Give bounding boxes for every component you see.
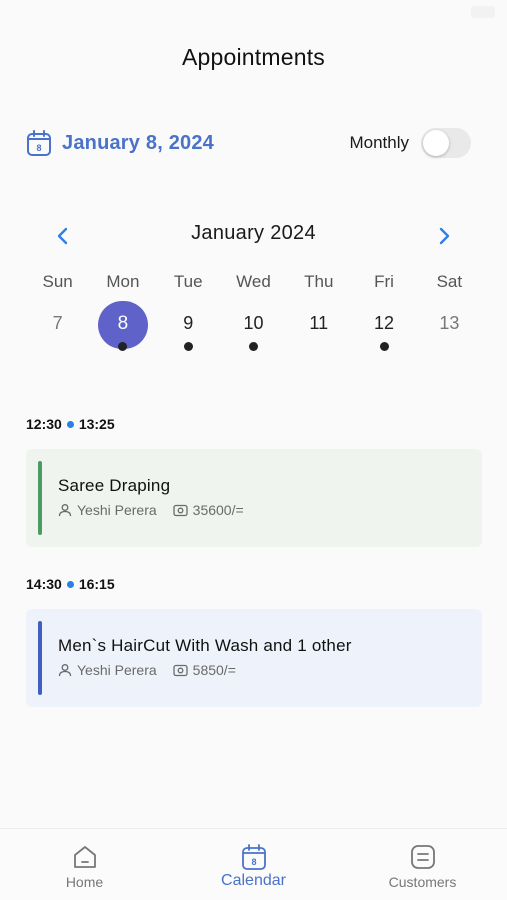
day-cell[interactable]: 11	[286, 300, 351, 360]
chevron-right-icon	[439, 227, 450, 245]
day-cell[interactable]: 12	[351, 300, 416, 360]
day-number: 9	[183, 313, 194, 333]
calendar-icon: 8	[241, 844, 266, 870]
next-month-button[interactable]	[431, 223, 457, 249]
selected-date-button[interactable]: 8 January 8, 2024	[26, 126, 214, 160]
day-number: 13	[439, 313, 460, 333]
appointment-accent-bar	[38, 621, 42, 695]
weekday-label: Tue	[173, 272, 203, 291]
home-icon	[73, 846, 96, 868]
appointment-time-range: 12:30 13:25	[26, 416, 115, 432]
weekday-label: Sat	[436, 272, 463, 291]
event-dot	[183, 342, 193, 351]
event-dot	[118, 342, 128, 351]
day-cell-selected[interactable]: 8	[90, 300, 155, 360]
day-number: 10	[243, 313, 264, 333]
person-icon	[58, 504, 72, 517]
tab-customers[interactable]: Customers	[338, 829, 507, 900]
appointment-price-group: 35600/=	[173, 502, 244, 518]
appointment-start-time: 14:30	[26, 576, 62, 592]
appointment-service: Saree Draping	[58, 476, 171, 495]
tab-home-label: Home	[65, 874, 104, 890]
appointment-accent-bar	[38, 461, 42, 535]
bottom-tab-bar: Home 8 Calendar Customers	[0, 828, 507, 900]
day-number: 11	[309, 313, 329, 333]
day-cell[interactable]: 7	[25, 300, 90, 360]
appointment-end-time: 16:15	[78, 576, 115, 592]
monthly-toggle[interactable]	[421, 128, 471, 158]
weekday-label: Fri	[374, 272, 394, 291]
appointment-start-time: 12:30	[26, 416, 62, 432]
appointment-card[interactable]: Men`s HairCut With Wash and 1 other Yesh…	[26, 609, 482, 707]
appointment-price: 35600/=	[192, 502, 244, 518]
money-icon	[173, 504, 188, 516]
day-number: 8	[117, 313, 129, 334]
page-title: Appointments	[181, 44, 326, 70]
weekday-label: Wed	[236, 272, 271, 291]
calendar-icon: 8	[27, 130, 51, 156]
weekday-label: Sun	[42, 272, 73, 291]
view-mode-control: Monthly	[349, 126, 471, 160]
appointment-meta: Yeshi Perera 5850/=	[58, 662, 236, 678]
appointment-price-group: 5850/=	[173, 662, 236, 678]
tab-home[interactable]: Home	[0, 829, 169, 900]
day-number: 12	[374, 313, 395, 333]
weekday-header: Sun Mon Tue Wed Thu Fri Sat	[25, 272, 482, 292]
appointment-end-time: 13:25	[78, 416, 115, 432]
event-dot	[379, 342, 389, 351]
date-bar: 8 January 8, 2024 Monthly	[26, 126, 471, 160]
day-number: 7	[52, 313, 63, 333]
day-cell[interactable]: 13	[417, 300, 482, 360]
month-navigator: January 2024	[50, 220, 457, 250]
money-icon	[173, 664, 188, 676]
appointment-staff: Yeshi Perera	[77, 662, 157, 678]
calendar-icon-day: 8	[36, 143, 41, 153]
customers-icon	[410, 845, 435, 869]
appointment-price: 5850/=	[192, 662, 236, 678]
weekday-label: Mon	[106, 272, 140, 291]
toggle-knob	[423, 130, 449, 156]
tab-calendar-icon-day: 8	[251, 857, 256, 867]
time-separator-dot	[66, 580, 74, 588]
tab-calendar[interactable]: 8 Calendar	[169, 829, 338, 900]
time-separator-dot	[66, 420, 74, 428]
week-days: 7 8 9 10 11 12 13	[25, 300, 482, 360]
appointment-time-range: 14:30 16:15	[26, 576, 115, 592]
appointment-service: Men`s HairCut With Wash and 1 other	[58, 636, 352, 655]
battery-icon	[471, 6, 495, 18]
event-dot	[248, 342, 258, 351]
appointment-card[interactable]: Saree Draping Yeshi Perera 35600/=	[26, 449, 482, 547]
view-mode-label: Monthly	[349, 133, 409, 152]
appointment-staff: Yeshi Perera	[77, 502, 157, 518]
month-title: January 2024	[191, 222, 316, 244]
tab-customers-label: Customers	[388, 874, 457, 890]
selected-date: January 8, 2024	[62, 131, 214, 154]
weekday-label: Thu	[304, 272, 334, 291]
day-cell[interactable]: 10	[221, 300, 286, 360]
status-bar	[0, 0, 507, 28]
appointment-meta: Yeshi Perera 35600/=	[58, 502, 244, 518]
day-cell[interactable]: 9	[156, 300, 221, 360]
person-icon	[58, 664, 72, 677]
tab-calendar-label: Calendar	[221, 872, 286, 889]
